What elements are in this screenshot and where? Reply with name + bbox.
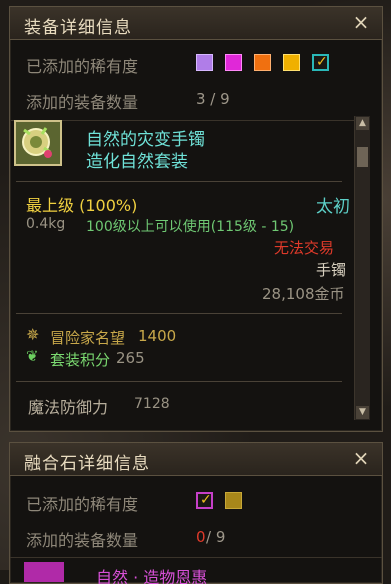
fame-label: 冒险家名望 (50, 329, 126, 347)
divider (16, 181, 342, 182)
scroll-down-icon[interactable]: ▼ (356, 406, 369, 419)
rarity-swatches: ✓ (196, 54, 346, 74)
equipment-panel-titlebar[interactable]: 装备详细信息 × (10, 7, 382, 40)
magic-defense-label: 魔法防御力 (28, 398, 109, 417)
close-icon[interactable]: × (350, 446, 372, 470)
item-tooltip (11, 120, 365, 430)
item-icon (24, 562, 64, 582)
scroll-thumb[interactable] (357, 147, 368, 167)
rarity-swatch-primeval-checked[interactable]: ✓ (312, 54, 329, 71)
set-points-value: 265 (116, 349, 145, 367)
rarity-label: 已添加的稀有度 (26, 495, 139, 514)
item-weight: 0.4kg (26, 216, 66, 232)
equipment-count-label: 添加的装备数量 (26, 93, 139, 112)
next-item-name: 自然 · 造物恩惠 (96, 568, 208, 584)
bracelet-icon (16, 122, 60, 164)
fusion-stone-detail-panel: 融合石详细信息 × 已添加的稀有度 ✓ 添加的装备数量 0 / 9 自然 · 造… (9, 442, 383, 584)
rarity-label: 已添加的稀有度 (26, 57, 139, 76)
item-level-requirement: 100级以上可以使用(115级 - 15) (86, 219, 295, 235)
rarity-swatch-unique-checked[interactable]: ✓ (196, 492, 213, 509)
rarity-swatch-unique[interactable] (225, 54, 242, 71)
item-trade-status: 无法交易 (274, 239, 335, 257)
fame-icon: ✵ (26, 325, 40, 344)
fusion-count-current: 0 (196, 528, 206, 546)
item-icon[interactable] (14, 120, 62, 166)
fusion-panel-titlebar[interactable]: 融合石详细信息 × (10, 443, 382, 476)
fusion-next-item[interactable]: 自然 · 造物恩惠 (10, 557, 382, 584)
fame-value: 1400 (138, 327, 177, 345)
divider (16, 313, 342, 314)
item-set-name: 造化自然套装 (86, 152, 188, 172)
close-icon[interactable]: × (350, 10, 372, 34)
rarity-swatch-rare[interactable] (196, 54, 213, 71)
checkmark-icon: ✓ (200, 492, 212, 508)
item-price: 28,108金币 (262, 285, 345, 303)
fusion-count-label: 添加的装备数量 (26, 531, 139, 550)
scroll-up-icon[interactable]: ▲ (356, 117, 369, 130)
leaf-icon: ❦ (26, 347, 39, 365)
item-slot: 手镯 (316, 261, 347, 279)
equipment-count-value: 3 / 9 (196, 90, 230, 108)
set-points-label: 套装积分 (50, 351, 111, 369)
fusion-count-total: / 9 (206, 528, 226, 546)
rarity-swatches: ✓ (196, 492, 256, 512)
item-grade: 最上级 (100%) (26, 196, 138, 215)
magic-defense-value: 7128 (134, 396, 170, 412)
rarity-swatch-epic[interactable] (283, 54, 300, 71)
equipment-panel-title: 装备详细信息 (24, 18, 132, 38)
divider (16, 381, 342, 382)
item-origin: 太初 (316, 197, 350, 217)
rarity-swatch-legendary[interactable] (254, 54, 271, 71)
checkmark-icon: ✓ (316, 54, 328, 70)
rarity-swatch-epic[interactable] (225, 492, 242, 509)
tooltip-scrollbar[interactable]: ▲ ▼ (354, 116, 370, 420)
fusion-panel-title: 融合石详细信息 (24, 454, 150, 474)
